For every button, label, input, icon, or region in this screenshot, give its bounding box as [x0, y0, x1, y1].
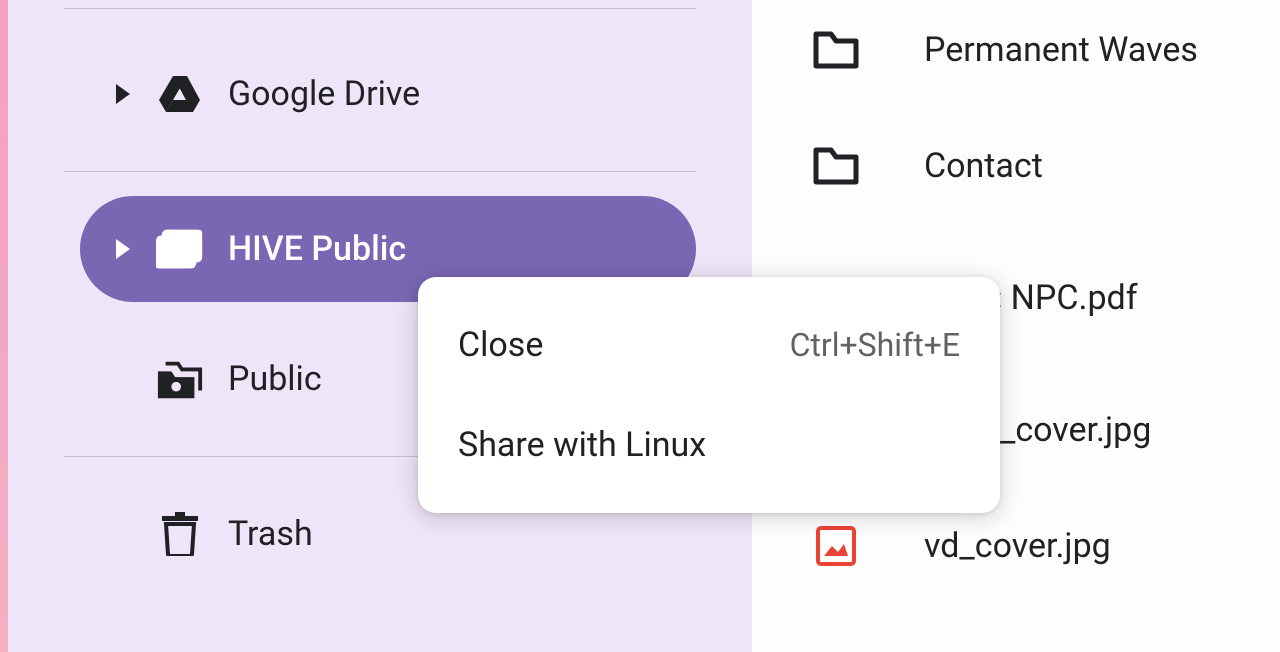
file-name: Contact: [924, 146, 1043, 186]
expand-arrow-icon[interactable]: [116, 84, 130, 104]
menu-item-shortcut: Ctrl+Shift+E: [790, 326, 960, 364]
sidebar-item-google-drive[interactable]: Google Drive: [8, 41, 752, 147]
sidebar-label: Trash: [228, 514, 313, 554]
menu-item-label: Close: [458, 325, 543, 365]
smb-share-icon: [156, 355, 204, 403]
file-item-folder[interactable]: Contact: [752, 100, 1280, 232]
file-name: _cover.jpg: [1000, 410, 1151, 450]
context-menu: Close Ctrl+Shift+E Share with Linux: [418, 277, 1000, 513]
image-icon: [812, 522, 860, 570]
divider: [64, 171, 696, 172]
smb-share-icon: [156, 225, 204, 273]
file-name: ‹ NPC.pdf: [992, 278, 1138, 318]
context-menu-close[interactable]: Close Ctrl+Shift+E: [418, 295, 1000, 395]
context-menu-share-linux[interactable]: Share with Linux: [418, 395, 1000, 495]
folder-icon: [812, 142, 860, 190]
sidebar-label: Public: [228, 359, 322, 399]
sidebar-label: HIVE Public: [228, 229, 406, 269]
file-name: Permanent Waves: [924, 30, 1198, 70]
file-name: vd_cover.jpg: [924, 526, 1111, 566]
menu-item-label: Share with Linux: [458, 425, 706, 465]
window-edge: [0, 0, 8, 652]
expand-arrow-icon[interactable]: [116, 239, 130, 259]
google-drive-icon: [156, 70, 204, 118]
file-item-folder[interactable]: Permanent Waves: [752, 0, 1280, 100]
files-app: Google Drive: [0, 0, 1280, 652]
folder-icon: [812, 26, 860, 74]
sidebar-label: Google Drive: [228, 74, 420, 114]
trash-icon: [156, 510, 204, 558]
